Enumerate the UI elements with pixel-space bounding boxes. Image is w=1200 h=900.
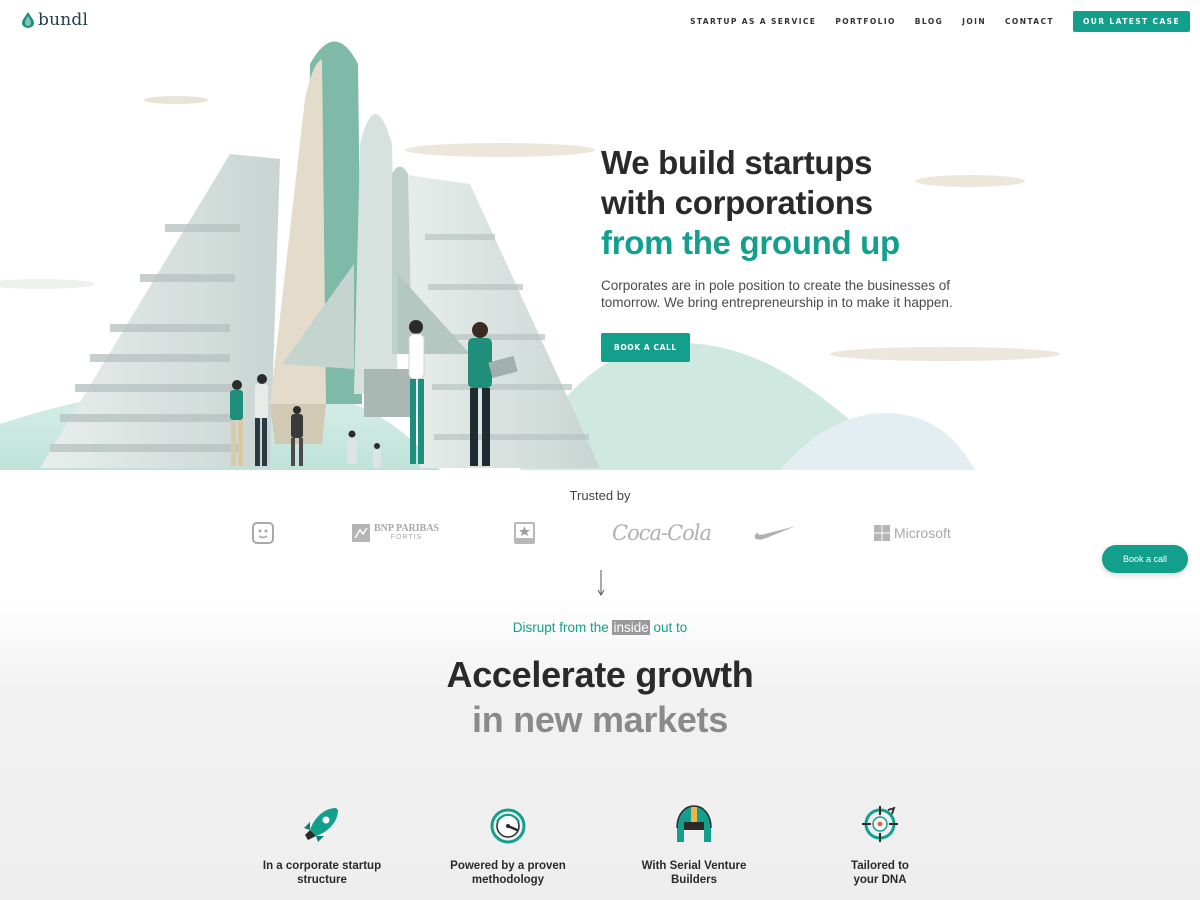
- feature-venture-builders: With Serial Venture Builders: [614, 804, 774, 887]
- client-logos: BNP PARIBAS FORTIS Coca-Cola Microsoft: [0, 515, 1200, 555]
- headline-sub: in new markets: [472, 699, 728, 740]
- target-icon: [862, 806, 898, 842]
- hero-title-line-3: from the ground up: [601, 224, 900, 261]
- feature-label-line-2: Builders: [670, 873, 717, 886]
- floating-book-a-call-button[interactable]: Book a call: [1102, 545, 1188, 573]
- book-a-call-button[interactable]: BOOK A CALL: [601, 333, 690, 362]
- latest-case-button[interactable]: OUR LATEST CASE: [1072, 11, 1190, 32]
- feature-label: Powered by a proven methodology: [428, 860, 588, 887]
- nav-link-contact[interactable]: CONTACT: [1005, 17, 1054, 26]
- page: bundl STARTUP AS A SERVICE PORTFOLIO BLO…: [0, 0, 1200, 900]
- bnp-paribas-text: BNP PARIBAS: [374, 523, 440, 534]
- fortis-text: FORTIS: [390, 534, 423, 541]
- nav-link-blog[interactable]: BLOG: [915, 17, 943, 26]
- tagline-after: out to: [649, 620, 688, 635]
- speedometer-icon: [490, 808, 526, 844]
- arrow-down-icon[interactable]: [596, 570, 606, 596]
- feature-label-line-1: With Serial Venture: [641, 860, 747, 872]
- feature-label-line-2: structure: [297, 873, 347, 886]
- coca-cola-logo: Coca-Cola: [612, 515, 712, 551]
- nav-link-portfolio[interactable]: PORTFOLIO: [835, 17, 895, 26]
- rocket-icon: [304, 808, 338, 842]
- nav-link-join[interactable]: JOIN: [962, 17, 986, 26]
- main-nav: STARTUP AS A SERVICE PORTFOLIO BLOG JOIN…: [671, 11, 1190, 32]
- coca-cola-text: Coca-Cola: [612, 521, 712, 545]
- feature-label-line-1: Powered by a proven: [450, 860, 566, 872]
- feature-label-line-1: Tailored to: [851, 860, 909, 872]
- nav-link-startup-as-a-service[interactable]: STARTUP AS A SERVICE: [690, 17, 816, 26]
- feature-label-line-2: your DNA: [853, 873, 907, 886]
- smiley-square-logo: [252, 515, 274, 551]
- feature-dna: Tailored to your DNA: [800, 804, 960, 887]
- hero-title-line-1: We build startups: [601, 144, 873, 181]
- feature-label-line-1: In a corporate startup: [262, 860, 382, 872]
- feature-label: With Serial Venture Builders: [614, 860, 774, 887]
- star-badge-logo: [514, 515, 535, 551]
- headline-main: Accelerate growth: [446, 654, 754, 695]
- hero-title-line-2: with corporations: [601, 184, 873, 221]
- hero-subtitle: Corporates are in pole position to creat…: [601, 278, 953, 310]
- brand-name: bundl: [38, 10, 89, 30]
- feature-corporate-structure: In a corporate startup structure: [242, 804, 402, 887]
- tagline-before: Disrupt from the: [512, 620, 613, 635]
- feature-label: In a corporate startup structure: [242, 860, 402, 887]
- tagline: Disrupt from the inside out to: [0, 620, 1200, 635]
- feature-label-line-2: methodology: [471, 873, 545, 886]
- brand-logo[interactable]: bundl: [22, 10, 88, 30]
- feature-methodology: Powered by a proven methodology: [428, 804, 588, 887]
- microsoft-text: Microsoft: [894, 525, 951, 541]
- drop-icon: [22, 12, 34, 28]
- helmet-icon: [676, 805, 712, 842]
- tagline-highlight: inside: [612, 620, 650, 635]
- nike-swoosh-logo: [753, 515, 797, 551]
- hero-text: We build startups with corporations from…: [601, 143, 1021, 362]
- microsoft-logo: Microsoft: [874, 515, 951, 551]
- bnp-paribas-logo: BNP PARIBAS FORTIS: [352, 515, 439, 551]
- features-row: In a corporate startup structure Powered…: [0, 804, 1200, 894]
- trusted-by-title: Trusted by: [569, 488, 631, 503]
- section-headline: Accelerate growth in new markets: [0, 652, 1200, 742]
- feature-label: Tailored to your DNA: [800, 860, 960, 887]
